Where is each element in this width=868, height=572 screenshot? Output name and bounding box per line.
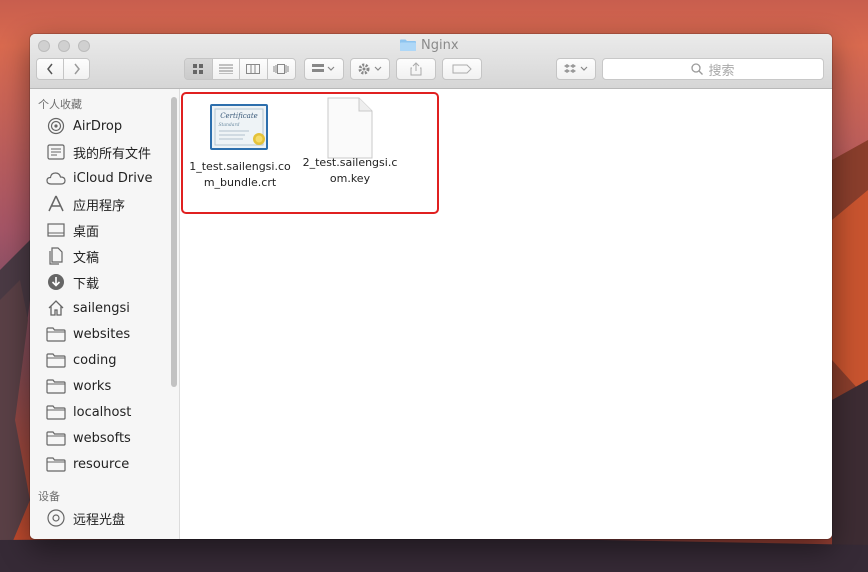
chevron-left-icon bbox=[47, 63, 53, 75]
desktop-icon bbox=[46, 221, 66, 239]
columns-icon bbox=[246, 64, 261, 74]
sidebar-item-label: AirDrop bbox=[73, 118, 123, 134]
sidebar-item-works[interactable]: works bbox=[46, 375, 111, 397]
sidebar-item-websites[interactable]: websites bbox=[46, 323, 130, 345]
zoom-window-button[interactable] bbox=[78, 40, 90, 52]
sidebar-item-label: localhost bbox=[73, 404, 132, 420]
cloud-icon bbox=[46, 169, 66, 187]
arrange-button[interactable] bbox=[304, 58, 344, 80]
sidebar-item-icloud[interactable]: iCloud Drive bbox=[46, 167, 153, 189]
sidebar-item-label: 文稿 bbox=[73, 250, 100, 266]
sidebar-item-remote-disc[interactable]: 远程光盘 bbox=[46, 507, 125, 529]
sidebar-item-coding[interactable]: coding bbox=[46, 349, 116, 371]
sidebar-item-label: works bbox=[73, 378, 112, 394]
file-browser: Certificate Standard 1_test.sailengsi.co… bbox=[180, 89, 832, 539]
folder-icon bbox=[46, 351, 66, 369]
file-item-key[interactable]: 2_test.sailengsi.c om.key bbox=[290, 97, 410, 187]
document-icon bbox=[290, 97, 410, 159]
sidebar-item-localhost[interactable]: localhost bbox=[46, 401, 131, 423]
sidebar-item-applications[interactable]: 应用程序 bbox=[46, 193, 125, 215]
sidebar-item-home[interactable]: sailengsi bbox=[46, 297, 130, 319]
sidebar-item-label: resource bbox=[73, 456, 130, 472]
search-icon bbox=[691, 63, 704, 75]
share-button[interactable] bbox=[396, 58, 436, 80]
file-name-line2: m_bundle.crt bbox=[203, 176, 277, 189]
all-files-icon bbox=[46, 143, 66, 161]
grid-icon bbox=[193, 64, 204, 74]
sidebar-item-label: iCloud Drive bbox=[73, 170, 153, 186]
close-window-button[interactable] bbox=[38, 40, 50, 52]
download-icon bbox=[46, 273, 66, 291]
gear-icon bbox=[358, 63, 382, 75]
sidebar-item-all-files[interactable]: 我的所有文件 bbox=[46, 141, 151, 163]
file-item-crt[interactable]: Certificate Standard 1_test.sailengsi.co… bbox=[180, 101, 300, 191]
sidebar-scrollbar[interactable] bbox=[171, 97, 177, 387]
share-icon bbox=[410, 62, 422, 76]
folder-icon bbox=[400, 39, 416, 51]
folder-icon bbox=[46, 403, 66, 421]
minimize-window-button[interactable] bbox=[58, 40, 70, 52]
cover-flow-icon bbox=[273, 64, 289, 74]
column-view-button[interactable] bbox=[240, 59, 268, 79]
action-button[interactable] bbox=[350, 58, 390, 80]
devices-section-title: 设备 bbox=[38, 490, 60, 503]
arrange-icon bbox=[312, 64, 335, 72]
folder-icon bbox=[46, 325, 66, 343]
home-icon bbox=[46, 299, 66, 317]
tags-button[interactable] bbox=[442, 58, 482, 80]
sidebar-item-label: 桌面 bbox=[73, 224, 100, 240]
finder-window: Nginx 搜索 个人收藏 AirDrop 我的所有文件 iCloud Driv… bbox=[30, 34, 832, 539]
icon-view-button[interactable] bbox=[185, 59, 213, 79]
window-title-text: Nginx bbox=[421, 37, 459, 53]
applications-icon bbox=[46, 195, 66, 213]
sidebar-item-websofts[interactable]: websofts bbox=[46, 427, 131, 449]
sidebar-item-resource[interactable]: resource bbox=[46, 453, 129, 475]
sidebar-item-label: 我的所有文件 bbox=[73, 146, 152, 162]
list-view-button[interactable] bbox=[212, 59, 240, 79]
cover-flow-button[interactable] bbox=[267, 59, 295, 79]
favorites-section-title: 个人收藏 bbox=[38, 98, 82, 111]
file-name-line2: om.key bbox=[329, 172, 371, 185]
file-name: 1_test.sailengsi.co m_bundle.crt bbox=[180, 159, 300, 191]
sidebar-item-label: coding bbox=[73, 352, 117, 368]
list-icon bbox=[218, 64, 233, 74]
navigation-buttons bbox=[36, 58, 90, 80]
svg-text:Standard: Standard bbox=[218, 122, 239, 128]
file-name-line1: 2_test.sailengsi.c bbox=[302, 156, 398, 169]
sidebar-item-label: 下载 bbox=[73, 276, 100, 292]
sidebar-item-airdrop[interactable]: AirDrop bbox=[46, 115, 122, 137]
view-mode-control bbox=[184, 58, 296, 80]
sidebar: 个人收藏 AirDrop 我的所有文件 iCloud Drive 应用程序 桌面… bbox=[30, 89, 180, 539]
dropbox-button[interactable] bbox=[556, 58, 596, 80]
tag-icon bbox=[452, 64, 472, 74]
toolbar: Nginx 搜索 bbox=[30, 34, 832, 89]
chevron-right-icon bbox=[73, 63, 80, 75]
airdrop-icon bbox=[46, 117, 66, 135]
sidebar-item-label: websofts bbox=[73, 430, 131, 446]
forward-button[interactable] bbox=[64, 59, 89, 79]
back-button[interactable] bbox=[37, 59, 64, 79]
search-field[interactable]: 搜索 bbox=[602, 58, 824, 80]
folder-icon bbox=[46, 429, 66, 447]
dropbox-icon bbox=[564, 64, 588, 73]
sidebar-item-desktop[interactable]: 桌面 bbox=[46, 219, 99, 241]
sidebar-item-label: 应用程序 bbox=[73, 198, 126, 214]
sidebar-item-documents[interactable]: 文稿 bbox=[46, 245, 99, 267]
sidebar-item-label: sailengsi bbox=[73, 300, 130, 316]
search-placeholder: 搜索 bbox=[708, 63, 735, 79]
svg-text:Certificate: Certificate bbox=[220, 112, 258, 120]
sidebar-item-downloads[interactable]: 下载 bbox=[46, 271, 99, 293]
folder-icon bbox=[46, 377, 66, 395]
certificate-icon: Certificate Standard bbox=[180, 101, 300, 153]
documents-icon bbox=[46, 247, 66, 265]
sidebar-item-label: 远程光盘 bbox=[73, 512, 126, 528]
file-name-line1: 1_test.sailengsi.co bbox=[189, 160, 291, 173]
window-title: Nginx bbox=[400, 37, 459, 53]
file-name: 2_test.sailengsi.c om.key bbox=[290, 155, 410, 187]
disc-icon bbox=[46, 509, 66, 527]
folder-icon bbox=[46, 455, 66, 473]
sidebar-item-label: websites bbox=[73, 326, 131, 342]
